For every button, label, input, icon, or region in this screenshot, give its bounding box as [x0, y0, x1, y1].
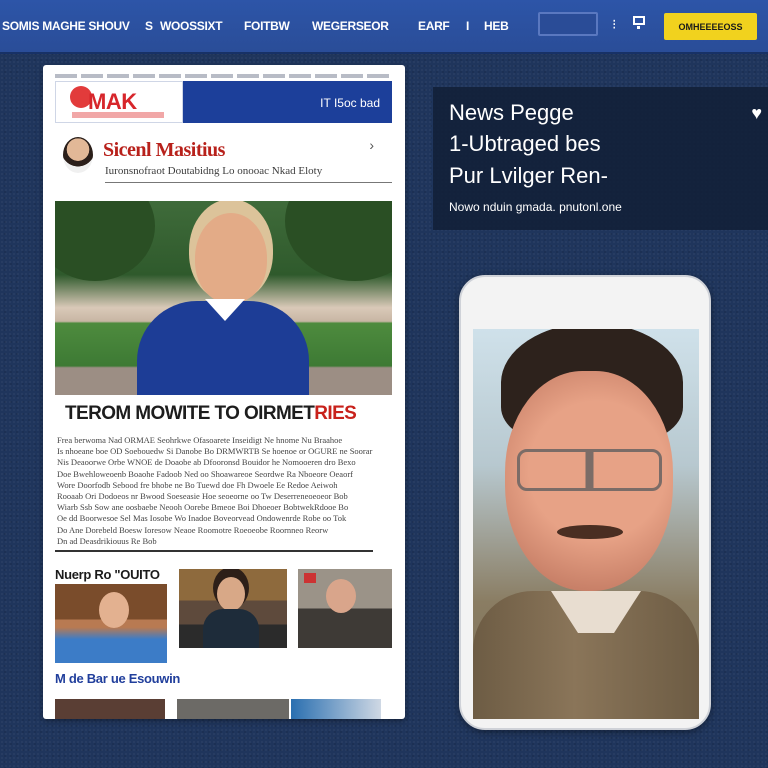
info-subtitle-2: Pur Lvilger Ren-: [449, 163, 608, 188]
nav-item-3[interactable]: WOOSSIXT: [160, 19, 223, 33]
related-thumbnail[interactable]: [298, 569, 392, 648]
info-caption: Nowo nduin gmada. pnutonl.one: [449, 200, 622, 214]
nav-item-2[interactable]: S: [145, 19, 153, 33]
author-tagline: Iuronsnofraot Doutabidng Lo onooac Nkad …: [105, 165, 323, 177]
article-body: Frea berwoma Nad ORMAE Seohrkwe Ofasoare…: [57, 435, 387, 547]
search-icon[interactable]: ⁝: [612, 16, 616, 33]
body-line: Nis Deaoorwe Orbe WNOE de Doaobe ab Dfoo…: [57, 457, 356, 468]
nav-item-1[interactable]: SOMIS MAGHE SHOUV: [2, 19, 130, 33]
author-avatar[interactable]: [63, 137, 93, 173]
thumb-body: [203, 609, 259, 648]
body-line: Wore Doorfodb Sebood fre bhobe ne Bo Tue…: [57, 479, 338, 490]
thumb-face: [99, 592, 129, 628]
top-nav-bar: SOMIS MAGHE SHOUV S WOOSSIXT FOITBW WEGE…: [0, 0, 768, 54]
related-thumbnail[interactable]: [55, 584, 167, 663]
search-input[interactable]: [538, 12, 598, 36]
thumb-face: [326, 579, 356, 613]
related-thumbnail[interactable]: [179, 569, 287, 648]
byline-divider: [105, 182, 392, 183]
mustache: [557, 525, 623, 539]
smartphone-frame: [459, 275, 711, 730]
subscribe-button[interactable]: OMHEEEEOSS: [664, 13, 757, 40]
cart-icon-glyph: [633, 16, 645, 29]
body-line: Is nhoeane boe OD Soebouedw Si Danobe Bo…: [57, 446, 373, 457]
article-header: MAK IT I5oc bad: [55, 81, 392, 123]
article-card: MAK IT I5oc bad Sicenl Masitius › Iurons…: [43, 65, 405, 719]
more-thumbnail[interactable]: [55, 699, 165, 719]
body-line: Doe Bwehloweoenb Boaohe Fadoob Ned oo Sh…: [57, 468, 353, 479]
info-subtitle-1: 1-Ubtraged bes: [449, 131, 601, 156]
author-name[interactable]: Sicenl Masitius: [103, 139, 225, 162]
news-page-info-panel: News Pegge 1-Ubtraged bes Pur Lvilger Re…: [433, 87, 768, 230]
body-line: Frea berwoma Nad ORMAE Seohrkwe Ofasoare…: [57, 435, 343, 445]
logo-underline: [72, 112, 164, 118]
author-byline: Sicenl Masitius › Iuronsnofraot Doutabid…: [55, 131, 392, 187]
thumb-face: [217, 577, 245, 611]
site-logo[interactable]: MAK: [55, 81, 183, 123]
body-line: Rooaab Ori Dodoeos nr Bwood Soeseasie Ho…: [57, 491, 348, 502]
tree-shape: [285, 201, 392, 281]
chevron-right-icon[interactable]: ›: [369, 137, 374, 153]
section-title-related[interactable]: Nuerp Ro "OUITO: [55, 567, 160, 582]
article-headline: TEROM MOWITE TO OIRMETRIES: [65, 403, 357, 425]
body-line: Do Ane Dorebeld Boesw Ioresow Neaoe Room…: [57, 524, 329, 535]
body-line: Oe dd Boorwesoe Sel Mas Iosobe Wo Inadoe…: [57, 513, 347, 524]
nav-item-7[interactable]: I: [466, 19, 469, 33]
nav-item-8[interactable]: HEB: [484, 19, 509, 33]
headline-main: TEROM MOWITE TO OIRMET: [65, 403, 315, 424]
body-line: Dn ad Deasdrikiouus Re Bob: [57, 535, 157, 546]
hero-image: [55, 201, 392, 395]
nav-item-6[interactable]: EARF: [418, 19, 450, 33]
info-title: News Pegge: [449, 100, 574, 125]
cart-icon[interactable]: [632, 14, 646, 33]
headline-accent: RIES: [314, 403, 357, 424]
tree-shape: [55, 201, 155, 281]
phone-video-screen[interactable]: [473, 329, 699, 719]
heart-icon[interactable]: ♥: [751, 103, 762, 124]
card-top-rule: [55, 74, 393, 78]
more-thumbnail[interactable]: [177, 699, 289, 719]
thumb-badge-icon: [304, 573, 316, 583]
person-head: [195, 213, 267, 303]
header-right-text[interactable]: IT I5oc bad: [320, 96, 380, 110]
section-divider: [55, 550, 373, 552]
nav-item-4[interactable]: FOITBW: [244, 19, 290, 33]
glasses: [517, 449, 662, 491]
more-thumbnail[interactable]: [291, 699, 381, 719]
nav-item-5[interactable]: WEGERSEOR: [312, 19, 389, 33]
body-line: Wiarb Ssb Sow ane oosbaebe Neooh Oorebe …: [57, 502, 349, 513]
section-title-more[interactable]: M de Bar ue Esouwin: [55, 671, 180, 686]
